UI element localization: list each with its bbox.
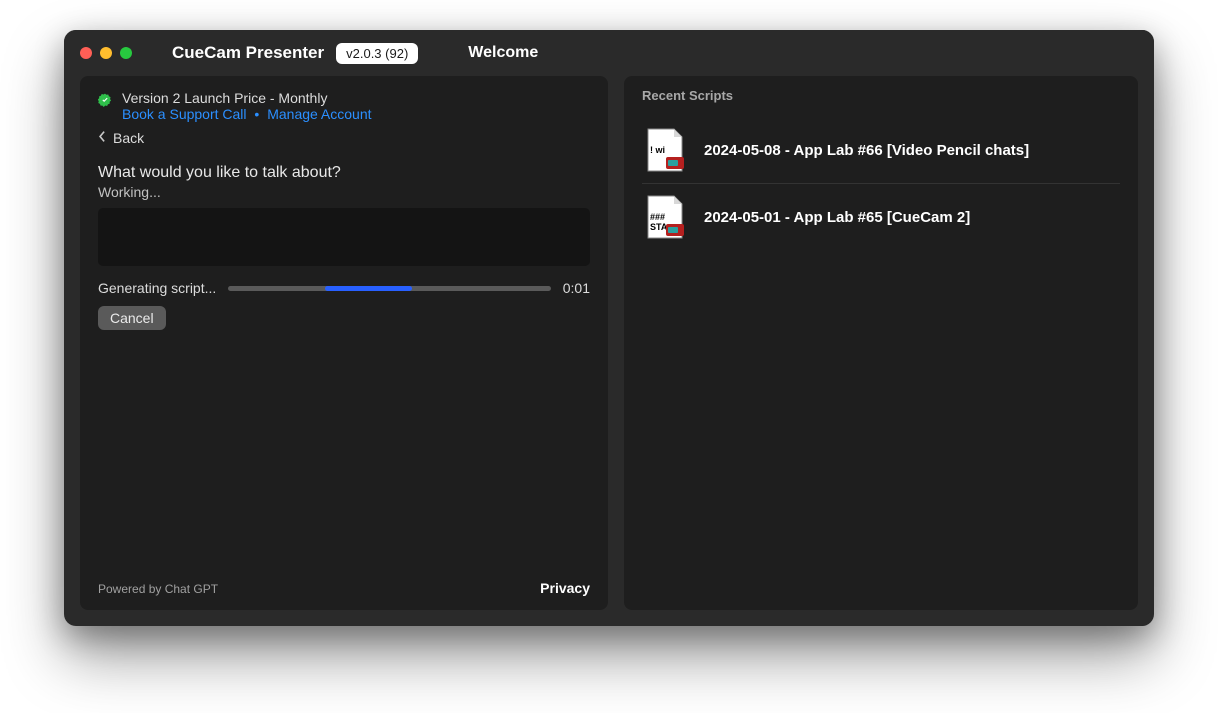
working-label: Working... [98,184,590,200]
powered-by-label: Powered by Chat GPT [98,582,218,596]
document-icon: ###STA [642,194,688,240]
app-window: CueCam Presenter v2.0.3 (92) Welcome Ver… [64,30,1154,626]
titlebar: CueCam Presenter v2.0.3 (92) Welcome [64,30,1154,76]
document-icon: ###STA [642,194,688,240]
right-panel: Recent Scripts ! wi 2024-05-08 - App Lab … [624,76,1138,610]
progress-bar [228,286,550,291]
recent-script-item[interactable]: ! wi 2024-05-08 - App Lab #66 [Video Penc… [642,117,1120,184]
recent-script-title: 2024-05-08 - App Lab #66 [Video Pencil c… [704,142,1029,159]
tab-welcome[interactable]: Welcome [468,44,538,62]
privacy-link[interactable]: Privacy [540,580,590,596]
progress-label: Generating script... [98,280,216,296]
app-title: CueCam Presenter [172,43,324,63]
fullscreen-window-button[interactable] [120,47,132,59]
svg-text:STA: STA [650,222,668,232]
recent-script-item[interactable]: ###STA 2024-05-01 - App Lab #65 [CueCam 2… [642,184,1120,250]
progress-time: 0:01 [563,280,590,296]
progress-segment [325,286,412,291]
document-icon: ! wi [642,127,688,173]
progress-row: Generating script... 0:01 [98,280,590,296]
book-support-call-link[interactable]: Book a Support Call [122,106,247,122]
prompt-textarea[interactable] [98,208,590,266]
minimize-window-button[interactable] [100,47,112,59]
svg-text:! wi: ! wi [650,145,665,155]
document-icon: ! wi [642,127,688,173]
chevron-left-icon [98,130,107,146]
version-badge: v2.0.3 (92) [336,43,418,64]
cancel-button[interactable]: Cancel [98,306,166,330]
subscription-row: Version 2 Launch Price - Monthly Book a … [98,90,590,122]
footer-row: Powered by Chat GPT Privacy [98,568,590,596]
svg-text:###: ### [650,212,665,222]
scripts-list: ! wi 2024-05-08 - App Lab #66 [Video Penc… [642,117,1120,250]
body: Version 2 Launch Price - Monthly Book a … [64,76,1154,626]
verified-badge-icon [98,93,112,107]
back-label: Back [113,130,144,146]
recent-script-title: 2024-05-01 - App Lab #65 [CueCam 2] [704,209,970,226]
prompt-heading: What would you like to talk about? [98,164,590,182]
close-window-button[interactable] [80,47,92,59]
manage-account-link[interactable]: Manage Account [267,106,371,122]
subscription-links: Book a Support Call • Manage Account [122,106,372,122]
recent-scripts-heading: Recent Scripts [642,88,1120,103]
left-panel: Version 2 Launch Price - Monthly Book a … [80,76,608,610]
back-button[interactable]: Back [98,130,144,146]
link-separator: • [254,106,259,122]
traffic-lights [80,47,132,59]
subscription-info: Version 2 Launch Price - Monthly Book a … [122,90,372,122]
subscription-title: Version 2 Launch Price - Monthly [122,90,372,106]
